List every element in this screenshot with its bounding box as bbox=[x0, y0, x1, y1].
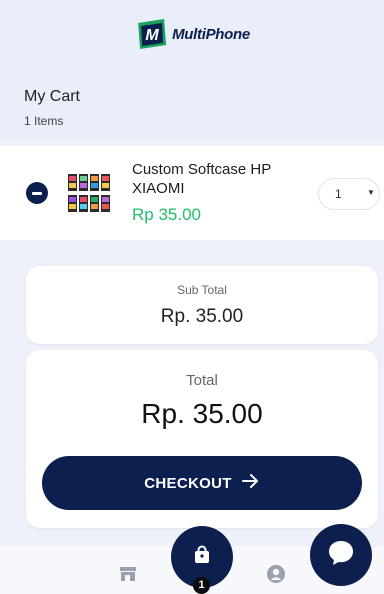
app-header: M MultiPhone My Cart 1 Items bbox=[0, 0, 384, 140]
subtotal-value: Rp. 35.00 bbox=[160, 306, 244, 327]
shopping-bag-icon bbox=[192, 545, 212, 570]
product-name[interactable]: Custom Softcase HP XIAOMI bbox=[132, 160, 312, 198]
chat-button[interactable] bbox=[310, 524, 372, 586]
arrow-right-icon bbox=[241, 473, 260, 493]
store-icon[interactable] bbox=[119, 566, 137, 582]
subtotal-card: Sub Total Rp. 35.00 bbox=[26, 266, 378, 344]
subtotal-label: Sub Total bbox=[177, 283, 227, 297]
remove-item-button[interactable] bbox=[26, 182, 48, 204]
cart-count-badge: 1 bbox=[193, 577, 210, 594]
total-label: Total bbox=[186, 372, 218, 389]
total-card: Total Rp. 35.00 CHECKOUT bbox=[26, 350, 378, 528]
user-circle-icon[interactable] bbox=[266, 564, 286, 584]
quantity-select[interactable]: 1 ▼ bbox=[318, 178, 380, 210]
product-thumbnail[interactable] bbox=[66, 174, 116, 214]
brand-logo[interactable]: M MultiPhone bbox=[134, 17, 250, 51]
checkout-button[interactable]: CHECKOUT bbox=[42, 456, 362, 510]
page-title: My Cart bbox=[24, 88, 80, 105]
quantity-value: 1 bbox=[335, 187, 342, 201]
total-value: Rp. 35.00 bbox=[141, 398, 263, 429]
chat-bubble-icon bbox=[326, 538, 356, 573]
cart-item-count: 1 Items bbox=[24, 114, 64, 128]
brand-name: MultiPhone bbox=[172, 25, 250, 43]
svg-text:M: M bbox=[145, 27, 159, 44]
caret-down-icon: ▼ bbox=[367, 188, 375, 197]
multiphone-logo-icon: M bbox=[134, 17, 168, 51]
checkout-label: CHECKOUT bbox=[144, 474, 232, 492]
cart-item: Custom Softcase HP XIAOMI Rp 35.00 1 ▼ bbox=[0, 146, 384, 240]
product-price: Rp 35.00 bbox=[132, 205, 201, 224]
